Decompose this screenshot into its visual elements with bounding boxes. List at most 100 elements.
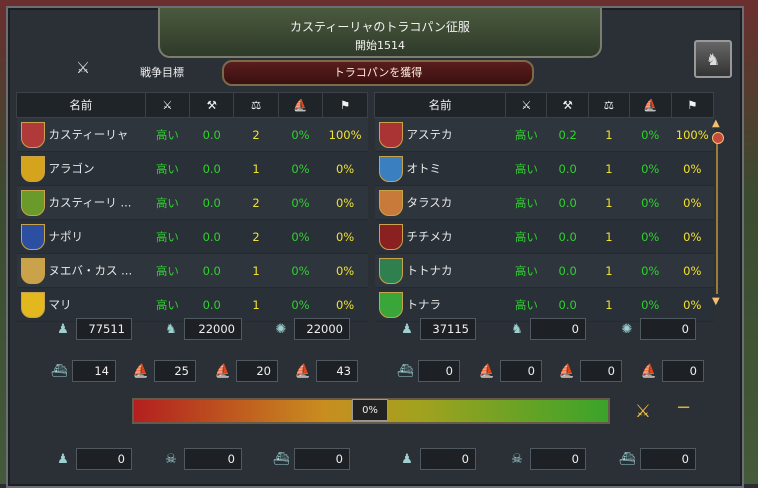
country-flag-icon[interactable] <box>378 189 403 216</box>
left-infantry-stat: ♟ 77511 <box>50 318 132 340</box>
right-artillery-value: 0 <box>640 318 696 340</box>
losses-cell: 0% <box>629 287 671 322</box>
scroll-up-icon[interactable]: ▲ <box>712 118 720 129</box>
right-galley-value: 0 <box>580 360 622 382</box>
country-name: ヌエバ・カス ... <box>48 263 133 277</box>
losses-cell: 0% <box>629 253 671 288</box>
war-goal-box: トラコパンを獲得 <box>222 60 534 86</box>
contribution-cell: 0.0 <box>546 219 589 254</box>
country-flag-icon[interactable] <box>20 155 45 182</box>
country-flag-icon[interactable] <box>20 121 45 148</box>
warscore-cell: 2 <box>233 219 279 254</box>
peace-offer-button[interactable]: ♞ <box>694 40 732 78</box>
participant-name-cell: チチメカ <box>374 219 506 254</box>
participant-name-cell: トナラ <box>374 287 506 322</box>
participant-row[interactable]: ヌエバ・カス ... 高い 0.0 1 0% 0% <box>16 253 368 288</box>
morale-cell: 高い <box>145 117 190 152</box>
defenders-scrollbar[interactable]: ▲ ▼ <box>712 118 724 308</box>
left-loss-infantry-value: 0 <box>76 448 132 470</box>
scroll-thumb[interactable] <box>712 132 724 144</box>
participant-name-cell: アラゴン <box>16 151 146 186</box>
participant-name-cell: ヌエバ・カス ... <box>16 253 146 288</box>
transport-icon: ⛵ <box>294 363 312 379</box>
skull-icon: ☠ <box>511 451 523 467</box>
morale-cell: 高い <box>145 151 190 186</box>
warscore-cell: 1 <box>588 287 630 322</box>
participation-cell: 0% <box>671 287 714 322</box>
participant-name-cell: アステカ <box>374 117 506 152</box>
participation-cell: 0% <box>322 151 368 186</box>
column-name-header: 名前 <box>373 92 507 118</box>
participant-row[interactable]: トナラ 高い 0.0 1 0% 0% <box>374 287 714 322</box>
header-icon-balance: ⚖ <box>587 92 630 118</box>
envoy-icon: ♞ <box>705 49 721 69</box>
header-icon-siege: ⚒ <box>546 92 589 118</box>
warscore-cell: 1 <box>588 151 630 186</box>
losses-cell: 0% <box>278 117 323 152</box>
participant-name-cell: タラスカ <box>374 185 506 220</box>
country-flag-icon[interactable] <box>378 257 403 284</box>
left-transport-value: 43 <box>316 360 358 382</box>
participation-cell: 0% <box>671 151 714 186</box>
cannon-icon: ✺ <box>275 321 287 337</box>
country-flag-icon[interactable] <box>378 155 403 182</box>
header-icon-combat: ⚔ <box>144 92 191 118</box>
transport-icon: ⛵ <box>640 363 658 379</box>
right-heavy-ship-stat: ⛴ 0 <box>392 360 460 382</box>
right-loss-ships-value: 0 <box>640 448 696 470</box>
participant-row[interactable]: チチメカ 高い 0.0 1 0% 0% <box>374 219 714 254</box>
defenders-table: 名前 ⚔ ⚒ ⚖ ⛵ ⚑ アステカ 高い 0.2 1 0% 100% オトミ 高い 0.0 1 0%… <box>373 92 714 322</box>
galley-icon: ⛵ <box>214 363 232 379</box>
contribution-cell: 0.0 <box>189 219 234 254</box>
participant-row[interactable]: タラスカ 高い 0.0 1 0% 0% <box>374 185 714 220</box>
left-galley-value: 20 <box>236 360 278 382</box>
right-loss-ships: ⛴ 0 <box>614 448 696 470</box>
country-flag-icon[interactable] <box>378 223 403 250</box>
contribution-cell: 0.0 <box>546 151 589 186</box>
country-flag-icon[interactable] <box>20 291 45 318</box>
warscore-cell: 1 <box>588 219 630 254</box>
participation-cell: 100% <box>322 117 368 152</box>
left-loss-attrition: ☠ 0 <box>158 448 242 470</box>
participant-row[interactable]: ナポリ 高い 0.0 2 0% 0% <box>16 219 368 254</box>
losses-cell: 0% <box>278 185 323 220</box>
participant-row[interactable]: マリ 高い 0.0 1 0% 0% <box>16 287 368 322</box>
country-flag-icon[interactable] <box>20 257 45 284</box>
skull-icon: ☠ <box>165 451 177 467</box>
country-flag-icon[interactable] <box>378 121 403 148</box>
country-name: カスティーリャ <box>48 127 129 141</box>
contribution-cell: 0.0 <box>546 287 589 322</box>
participation-cell: 0% <box>671 253 714 288</box>
country-flag-icon[interactable] <box>20 223 45 250</box>
country-flag-icon[interactable] <box>378 291 403 318</box>
participant-name-cell: オトミ <box>374 151 506 186</box>
morale-cell: 高い <box>505 117 547 152</box>
participation-cell: 100% <box>671 117 714 152</box>
losses-cell: 0% <box>629 185 671 220</box>
morale-cell: 高い <box>505 151 547 186</box>
scroll-down-icon[interactable]: ▼ <box>712 296 720 307</box>
right-light-ship-value: 0 <box>500 360 542 382</box>
header-icon-ship: ⛵ <box>277 92 324 118</box>
participant-row[interactable]: トトナカ 高い 0.0 1 0% 0% <box>374 253 714 288</box>
participant-row[interactable]: アステカ 高い 0.2 1 0% 100% <box>374 117 714 152</box>
header-icon-combat: ⚔ <box>505 92 548 118</box>
left-transport-stat: ⛵ 43 <box>290 360 358 382</box>
participant-row[interactable]: アラゴン 高い 0.0 1 0% 0% <box>16 151 368 186</box>
right-infantry-stat: ♟ 37115 <box>394 318 476 340</box>
header-icon-participation: ⚑ <box>322 92 368 118</box>
participant-row[interactable]: カスティーリ ... 高い 0.0 2 0% 0% <box>16 185 368 220</box>
country-name: カスティーリ ... <box>48 195 132 209</box>
country-name: ナポリ <box>48 229 84 243</box>
participant-row[interactable]: オトミ 高い 0.0 1 0% 0% <box>374 151 714 186</box>
country-name: タラスカ <box>406 195 453 209</box>
morale-cell: 高い <box>505 287 547 322</box>
country-flag-icon[interactable] <box>20 189 45 216</box>
contribution-cell: 0.0 <box>189 117 234 152</box>
participation-cell: 0% <box>671 219 714 254</box>
country-name: オトミ <box>406 161 442 175</box>
participant-row[interactable]: カスティーリャ 高い 0.0 2 0% 100% <box>16 117 368 152</box>
morale-cell: 高い <box>145 185 190 220</box>
left-heavy-ship-stat: ⛴ 14 <box>46 360 116 382</box>
right-artillery-stat: ✺ 0 <box>614 318 696 340</box>
